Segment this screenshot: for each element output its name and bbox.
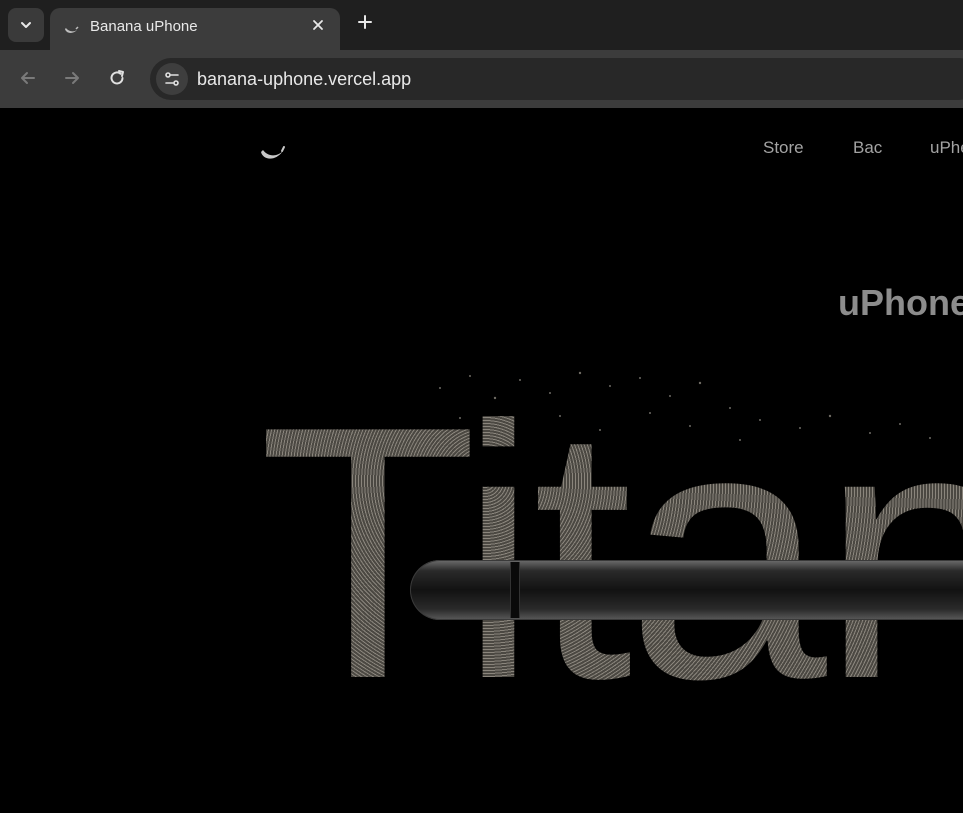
nav-store[interactable]: Store bbox=[763, 138, 804, 158]
web-page: Store Bac uPhe uPhone Titan bbox=[0, 108, 963, 813]
site-info-button[interactable] bbox=[156, 63, 188, 95]
new-tab-button[interactable] bbox=[352, 12, 378, 38]
address-bar[interactable]: banana-uphone.vercel.app bbox=[150, 58, 963, 100]
arrow-right-icon bbox=[65, 72, 79, 84]
tab-title: Banana uPhone bbox=[90, 18, 198, 35]
tune-icon bbox=[165, 72, 179, 86]
phone-seam bbox=[510, 562, 520, 618]
chevron-down-icon bbox=[21, 22, 31, 28]
nav-back[interactable]: Bac bbox=[853, 138, 882, 158]
tab-close-button[interactable] bbox=[308, 16, 328, 36]
hero-subtitle: uPhone bbox=[838, 282, 963, 323]
close-icon bbox=[313, 20, 323, 30]
reload-icon bbox=[110, 70, 124, 85]
nav-uphone[interactable]: uPhe bbox=[930, 138, 963, 158]
reload-button[interactable] bbox=[103, 64, 131, 92]
hero-word: Titan bbox=[258, 373, 963, 733]
browser-chrome: Banana uPhone banana-uphone.vercel.app bbox=[0, 0, 963, 108]
plus-icon bbox=[358, 15, 372, 29]
tab-active[interactable]: Banana uPhone bbox=[50, 8, 340, 50]
browser-toolbar: banana-uphone.vercel.app bbox=[0, 50, 963, 108]
tab-search-button[interactable] bbox=[8, 8, 44, 42]
tab-strip: Banana uPhone bbox=[0, 0, 963, 50]
phone-image bbox=[410, 560, 963, 620]
forward-button[interactable] bbox=[58, 64, 86, 92]
back-button[interactable] bbox=[14, 64, 42, 92]
banana-logo-icon[interactable] bbox=[258, 140, 286, 164]
banana-icon bbox=[65, 26, 79, 33]
url-text[interactable]: banana-uphone.vercel.app bbox=[197, 69, 411, 90]
arrow-left-icon bbox=[21, 72, 35, 84]
